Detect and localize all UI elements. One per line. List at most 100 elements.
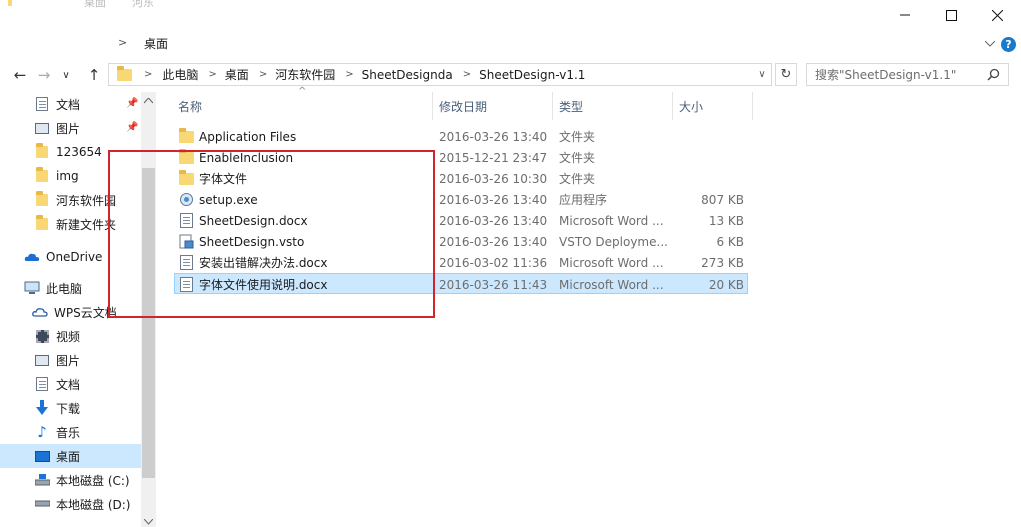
breadcrumb-item-hedong[interactable]: 河东软件园	[269, 66, 341, 83]
file-type: Microsoft Word ...	[559, 255, 664, 270]
file-type: Microsoft Word ...	[559, 277, 664, 292]
file-row-application-files[interactable]: Application Files 2016-03-26 13:40 文件夹	[174, 126, 748, 147]
file-date: 2016-03-26 10:30	[439, 171, 548, 186]
breadcrumb-item-computer[interactable]: 此电脑	[156, 66, 204, 83]
search-input[interactable]: 搜索"SheetDesign-v1.1"	[806, 63, 1009, 86]
breadcrumb-label: 此电脑	[162, 68, 199, 82]
breadcrumb-label: 桌面	[224, 68, 249, 82]
search-icon	[987, 68, 1000, 81]
maximize-button[interactable]	[928, 0, 974, 30]
file-date: 2016-03-02 11:36	[439, 255, 548, 270]
nav-item-videos[interactable]: 视频	[0, 324, 141, 348]
file-date: 2016-03-26 11:43	[439, 277, 548, 292]
file-date: 2016-03-26 13:40	[439, 213, 548, 228]
breadcrumb-label: SheetDesign-v1.1	[479, 67, 586, 82]
close-button[interactable]	[974, 0, 1020, 30]
nav-item-drive-c[interactable]: 本地磁盘 (C:)	[0, 468, 141, 492]
pin-icon[interactable]: 📌	[126, 122, 138, 133]
drive-icon	[34, 496, 50, 512]
nav-item-label: OneDrive	[46, 250, 103, 264]
nav-item-label: 图片	[56, 121, 81, 136]
column-header-size[interactable]: 大小	[673, 92, 753, 120]
minimize-button[interactable]	[882, 0, 928, 30]
column-header-label: 大小	[679, 99, 704, 114]
arrow-right-icon: →	[37, 66, 51, 84]
breadcrumb-item-sheetdesignda[interactable]: SheetDesignda	[356, 68, 459, 82]
window-title-suffix: 河东	[132, 0, 154, 9]
quick-access-breadcrumb-separator: >	[118, 36, 128, 49]
video-icon	[34, 328, 50, 344]
file-size: 807 KB	[701, 192, 744, 207]
nav-item-label: 下载	[56, 401, 81, 416]
file-type: Microsoft Word ...	[559, 213, 664, 228]
file-size: 20 KB	[708, 277, 744, 292]
address-dropdown-button[interactable]: ∨	[752, 64, 772, 85]
file-date: 2016-03-26 13:40	[439, 129, 548, 144]
file-type: 文件夹	[559, 172, 596, 186]
file-size: 273 KB	[701, 255, 744, 270]
nav-item-music[interactable]: ♪ 音乐	[0, 420, 141, 444]
nav-item-label: 新建文件夹	[56, 217, 117, 232]
column-header-label: 名称	[178, 99, 203, 114]
nav-item-label: 本地磁盘 (C:)	[56, 473, 130, 488]
nav-item-pictures-quick[interactable]: 图片	[0, 116, 141, 140]
nav-item-label: 此电脑	[46, 281, 83, 296]
nav-item-label: img	[56, 169, 79, 183]
nav-item-documents-quick[interactable]: 文档	[0, 92, 141, 116]
search-placeholder: 搜索"SheetDesign-v1.1"	[815, 68, 957, 82]
nav-item-label: 河东软件园	[56, 193, 117, 208]
file-type: 文件夹	[559, 151, 596, 165]
file-name: Application Files	[199, 129, 297, 144]
column-header-type[interactable]: 类型	[553, 92, 673, 120]
file-size	[674, 147, 744, 168]
breadcrumb-separator: >	[144, 69, 153, 80]
folder-icon	[34, 143, 50, 160]
up-button[interactable]: ↑	[84, 64, 104, 86]
quick-access-breadcrumb[interactable]: 桌面	[144, 35, 168, 52]
address-bar[interactable]: > 此电脑 > 桌面 > 河东软件园 > SheetDesignda > She…	[108, 63, 772, 86]
column-header-date[interactable]: 修改日期	[433, 92, 553, 120]
pin-icon[interactable]: 📌	[126, 98, 138, 109]
chevron-down-icon	[985, 41, 995, 47]
nav-item-downloads[interactable]: 下载	[0, 396, 141, 420]
nav-item-label: 本地磁盘 (D:)	[56, 497, 131, 512]
arrow-left-icon: ←	[13, 66, 27, 84]
document-icon	[34, 376, 50, 392]
ribbon-expand-button[interactable]	[982, 36, 998, 52]
folder-icon	[117, 65, 132, 81]
music-icon: ♪	[37, 423, 47, 441]
chevron-down-small-icon: ∨	[62, 69, 70, 81]
help-icon: ?	[1005, 38, 1012, 51]
back-button[interactable]: ←	[10, 64, 30, 86]
forward-button[interactable]: →	[34, 64, 54, 86]
breadcrumb-item-current[interactable]: SheetDesign-v1.1	[473, 68, 591, 82]
cloud-icon	[32, 304, 48, 320]
breadcrumb-label: SheetDesignda	[361, 67, 453, 82]
help-button[interactable]: ?	[1001, 37, 1016, 52]
file-date: 2016-03-26 13:40	[439, 234, 548, 249]
breadcrumb-separator: >	[345, 69, 354, 80]
nav-item-pictures[interactable]: 图片	[0, 348, 141, 372]
ribbon-bar: > 桌面 ?	[0, 30, 1021, 58]
recent-locations-button[interactable]: ∨	[56, 64, 76, 86]
sort-ascending-icon: ^	[298, 86, 307, 97]
breadcrumb-separator: >	[462, 69, 472, 80]
onedrive-icon	[24, 249, 40, 265]
folder-icon	[34, 215, 50, 232]
nav-item-label: 123654	[56, 145, 102, 159]
nav-item-label: 文档	[56, 377, 81, 392]
pictures-icon	[34, 352, 50, 368]
nav-item-label: 桌面	[56, 449, 81, 464]
breadcrumb-separator: >	[208, 69, 217, 80]
title-folder-icon	[8, 0, 12, 6]
nav-item-documents[interactable]: 文档	[0, 372, 141, 396]
breadcrumb-separator: >	[258, 69, 268, 80]
breadcrumb-item-desktop[interactable]: 桌面	[219, 66, 255, 83]
refresh-button[interactable]: ↻	[775, 63, 797, 86]
pictures-icon	[34, 120, 50, 136]
scroll-down-icon	[144, 519, 153, 525]
computer-icon	[24, 280, 40, 296]
nav-item-desktop[interactable]: 桌面	[0, 444, 141, 468]
nav-item-drive-d[interactable]: 本地磁盘 (D:)	[0, 492, 141, 516]
document-icon	[34, 96, 50, 112]
